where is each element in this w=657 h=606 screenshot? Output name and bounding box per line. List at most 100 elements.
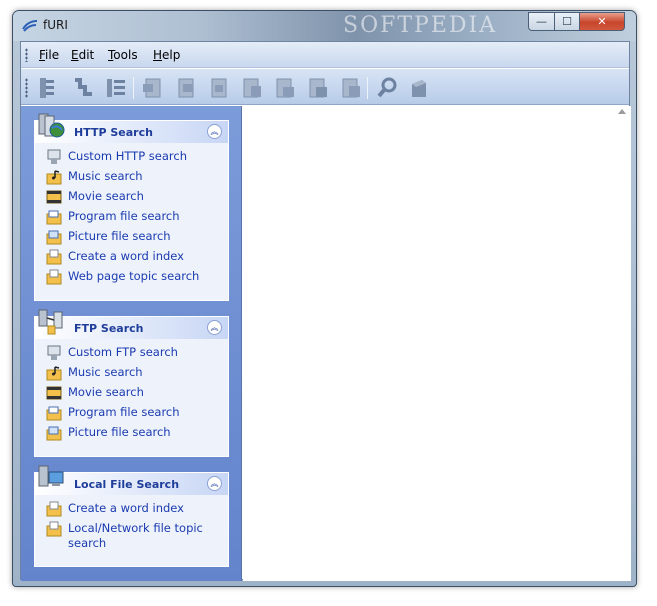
web-topic-folder-icon <box>46 269 62 285</box>
task-program-file-search[interactable]: Program file search <box>35 405 228 425</box>
task-label: Custom FTP search <box>68 345 178 359</box>
watermark-text: SOFTPEDIA <box>343 13 498 38</box>
film-strip-icon <box>46 190 62 204</box>
page-paste-button[interactable] <box>273 76 297 100</box>
maximize-button[interactable]: ☐ <box>554 12 580 31</box>
network-topic-folder-icon <box>46 521 62 537</box>
task-custom-ftp-search[interactable]: Custom FTP search <box>35 345 228 365</box>
custom-search-icon <box>47 149 61 164</box>
page-back-icon <box>143 78 161 98</box>
toolbar-separator <box>367 77 368 99</box>
toolbar-separator <box>133 77 134 99</box>
local-computer-icon <box>38 465 64 487</box>
task-label: Custom HTTP search <box>68 149 187 163</box>
task-label: Program file search <box>68 405 180 419</box>
task-custom-http-search[interactable]: Custom HTTP search <box>35 149 228 169</box>
http-search-panel: HTTP Search ︽ Custom HTTP search Music s… <box>34 113 229 301</box>
maximize-icon: ☐ <box>562 15 572 28</box>
page-properties-icon <box>342 78 360 98</box>
minimize-icon: — <box>536 15 547 28</box>
task-label: Music search <box>68 169 143 183</box>
task-label: Movie search <box>68 189 144 203</box>
menu-bar: File Edit Tools Help <box>21 42 629 68</box>
ftp-search-title: FTP Search <box>74 322 144 335</box>
page-delete-button[interactable] <box>306 76 330 100</box>
menu-file[interactable]: File <box>39 48 59 62</box>
picture-folder-icon <box>46 426 62 441</box>
local-file-search-title: Local File Search <box>74 478 180 491</box>
menu-tools[interactable]: Tools <box>108 48 138 62</box>
chevron-double-up-icon: ︽ <box>210 478 219 488</box>
collapse-http-button[interactable]: ︽ <box>207 124 222 139</box>
chevron-double-up-icon: ︽ <box>210 126 219 136</box>
chevron-double-up-icon: ︽ <box>210 322 219 332</box>
task-label: Create a word index <box>68 249 184 263</box>
details-view-icon <box>107 79 125 97</box>
program-folder-icon <box>46 406 62 421</box>
menu-help[interactable]: Help <box>153 48 180 62</box>
window-title: fURI <box>43 18 68 32</box>
task-movie-search[interactable]: Movie search <box>35 385 228 405</box>
ftp-servers-icon <box>38 309 63 335</box>
page-properties-button[interactable] <box>339 76 363 100</box>
close-button[interactable]: ✕ <box>579 12 625 31</box>
picture-folder-icon <box>46 230 62 245</box>
word-index-folder-icon <box>46 501 62 517</box>
program-folder-icon <box>46 210 62 225</box>
app-logo-icon <box>22 20 38 32</box>
details-view-button[interactable] <box>104 76 128 100</box>
page-forward-icon <box>178 78 194 98</box>
task-picture-file-search[interactable]: Picture file search <box>35 229 228 249</box>
task-create-word-index[interactable]: Create a word index <box>35 501 228 521</box>
http-server-globe-icon <box>38 113 65 138</box>
local-file-search-header[interactable]: Local File Search ︽ <box>35 465 228 495</box>
http-search-header[interactable]: HTTP Search ︽ <box>35 113 228 143</box>
database-icon <box>412 80 426 97</box>
task-create-word-index[interactable]: Create a word index <box>35 249 228 269</box>
task-music-search[interactable]: Music search <box>35 169 228 189</box>
collapse-local-button[interactable]: ︽ <box>207 476 222 491</box>
tree-view-icon <box>75 78 92 96</box>
page-forward-button[interactable] <box>174 76 198 100</box>
word-index-folder-icon <box>46 249 62 265</box>
http-search-title: HTTP Search <box>74 126 153 139</box>
ftp-search-panel: FTP Search ︽ Custom FTP search Music sea… <box>34 309 229 457</box>
music-folder-icon <box>46 170 62 185</box>
task-picture-file-search[interactable]: Picture file search <box>35 425 228 445</box>
task-music-search[interactable]: Music search <box>35 365 228 385</box>
task-label: Create a word index <box>68 501 184 515</box>
music-folder-icon <box>46 366 62 381</box>
page-copy-button[interactable] <box>207 76 231 100</box>
toolbar <box>21 69 629 105</box>
search-button[interactable] <box>375 76 399 100</box>
page-cut-button[interactable] <box>240 76 264 100</box>
database-button[interactable] <box>407 76 431 100</box>
task-movie-search[interactable]: Movie search <box>35 189 228 209</box>
app-window: fURI SOFTPEDIA — ☐ ✕ File Edit Tools Hel… <box>12 10 637 587</box>
title-bar[interactable]: fURI SOFTPEDIA — ☐ ✕ <box>13 11 636 41</box>
vertical-scrollbar[interactable] <box>614 106 631 581</box>
client-area: File Edit Tools Help HTTP Search ︽ Custo… <box>20 41 631 581</box>
tree-view-button[interactable] <box>71 76 95 100</box>
task-program-file-search[interactable]: Program file search <box>35 209 228 229</box>
menu-grip-handle[interactable] <box>25 48 28 62</box>
results-area[interactable] <box>243 106 614 581</box>
menu-edit[interactable]: Edit <box>71 48 94 62</box>
task-label: Program file search <box>68 209 180 223</box>
task-web-page-topic-search[interactable]: Web page topic search <box>35 269 228 289</box>
page-back-button[interactable] <box>141 76 165 100</box>
custom-search-icon <box>47 345 61 360</box>
toolbar-grip-handle[interactable] <box>25 78 28 98</box>
task-local-network-file-topic-search[interactable]: Local/Network file topic search <box>35 521 228 551</box>
task-label: Web page topic search <box>68 269 200 283</box>
collapse-ftp-button[interactable]: ︽ <box>207 320 222 335</box>
task-label: Picture file search <box>68 229 171 243</box>
page-cut-icon <box>243 78 261 98</box>
minimize-button[interactable]: — <box>528 12 555 31</box>
task-label: Movie search <box>68 385 144 399</box>
ftp-search-header[interactable]: FTP Search ︽ <box>35 309 228 339</box>
task-pane: HTTP Search ︽ Custom HTTP search Music s… <box>21 106 242 581</box>
scroll-up-icon[interactable] <box>618 109 626 114</box>
list-view-button[interactable] <box>35 76 59 100</box>
task-label: Picture file search <box>68 425 171 439</box>
